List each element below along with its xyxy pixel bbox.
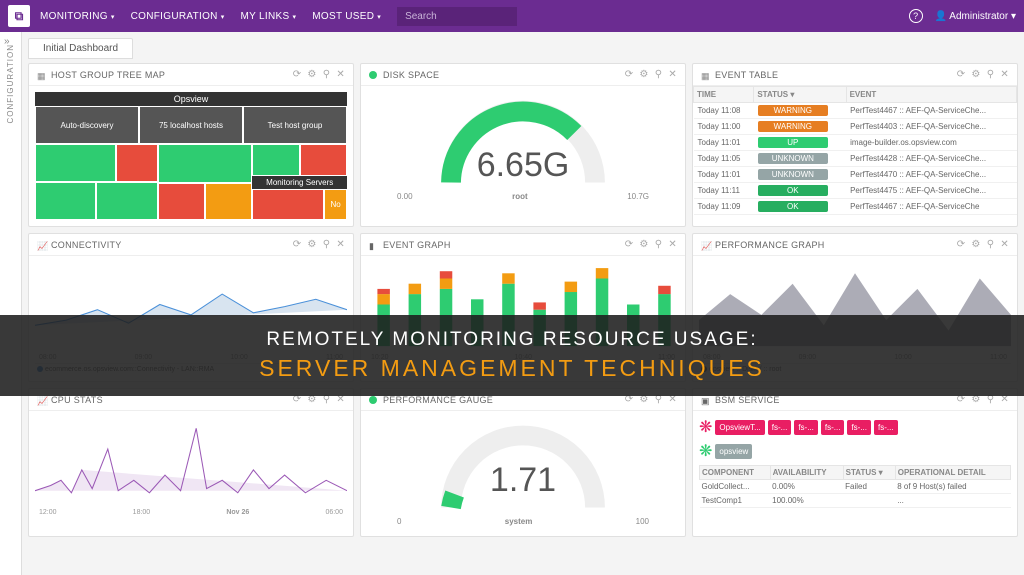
gear-icon[interactable]: ⚙ bbox=[639, 69, 648, 80]
close-icon[interactable]: ✕ bbox=[336, 69, 345, 80]
logo-icon[interactable]: ⧉ bbox=[8, 5, 30, 27]
user-menu[interactable]: 👤 Administrator ▾ bbox=[935, 11, 1016, 22]
link-icon[interactable]: ⚲ bbox=[323, 69, 331, 80]
nav-mylinks[interactable]: MY LINKS bbox=[241, 11, 297, 22]
close-icon[interactable]: ✕ bbox=[1000, 69, 1009, 80]
chart-icon: 📈 bbox=[701, 241, 709, 249]
sidebar-tab[interactable]: CONFIGURATION bbox=[6, 44, 15, 124]
refresh-icon[interactable]: ⟳ bbox=[293, 69, 302, 80]
chart-icon: 📈 bbox=[37, 241, 45, 249]
dashboard-tab[interactable]: Initial Dashboard bbox=[28, 38, 133, 59]
refresh-icon[interactable]: ⟳ bbox=[957, 69, 966, 80]
nav-monitoring[interactable]: MONITORING bbox=[40, 11, 115, 22]
cpu-chart bbox=[35, 417, 347, 502]
dot-icon bbox=[369, 71, 377, 79]
gauge-perf: 1.71 0system100 bbox=[367, 417, 679, 530]
top-nav: ⧉ MONITORING CONFIGURATION MY LINKS MOST… bbox=[0, 0, 1024, 32]
event-table[interactable]: TIMESTATUS ▾EVENT Today 11:08WARNINGPerf… bbox=[693, 86, 1017, 215]
search-input[interactable] bbox=[397, 7, 517, 26]
grid-icon bbox=[37, 71, 45, 79]
bsm-nodes[interactable]: ❋ OpsviewT... fs-... fs-... fs-... fs-..… bbox=[699, 417, 1011, 437]
gear-icon[interactable]: ⚙ bbox=[971, 69, 980, 80]
close-icon[interactable]: ✕ bbox=[668, 69, 677, 80]
bsm-table[interactable]: COMPONENTAVAILABILITYSTATUS ▾OPERATIONAL… bbox=[699, 465, 1011, 508]
nav-mostused[interactable]: MOST USED bbox=[312, 11, 381, 22]
link-icon[interactable]: ⚲ bbox=[987, 69, 995, 80]
help-icon[interactable]: ? bbox=[909, 9, 923, 23]
panel-events: EVENT TABLE⟳⚙⚲✕ TIMESTATUS ▾EVENT Today … bbox=[692, 63, 1018, 227]
gear-icon[interactable]: ⚙ bbox=[307, 69, 316, 80]
gauge-disk: 6.65G 0.00root10.7G bbox=[367, 92, 679, 220]
treemap[interactable]: Opsview Auto-discovery 75 localhost host… bbox=[35, 92, 347, 220]
panel-treemap: HOST GROUP TREE MAP⟳⚙⚲✕ Opsview Auto-dis… bbox=[28, 63, 354, 227]
list-icon bbox=[701, 71, 709, 79]
link-icon[interactable]: ⚲ bbox=[655, 69, 663, 80]
panel-disk: DISK SPACE⟳⚙⚲✕ 6.65G 0.00root10.7G bbox=[360, 63, 686, 227]
nav-configuration[interactable]: CONFIGURATION bbox=[131, 11, 225, 22]
title-overlay: REMOTELY MONITORING RESOURCE USAGE: SERV… bbox=[0, 295, 1024, 415]
bars-icon: ▮ bbox=[369, 241, 377, 249]
refresh-icon[interactable]: ⟳ bbox=[625, 69, 634, 80]
